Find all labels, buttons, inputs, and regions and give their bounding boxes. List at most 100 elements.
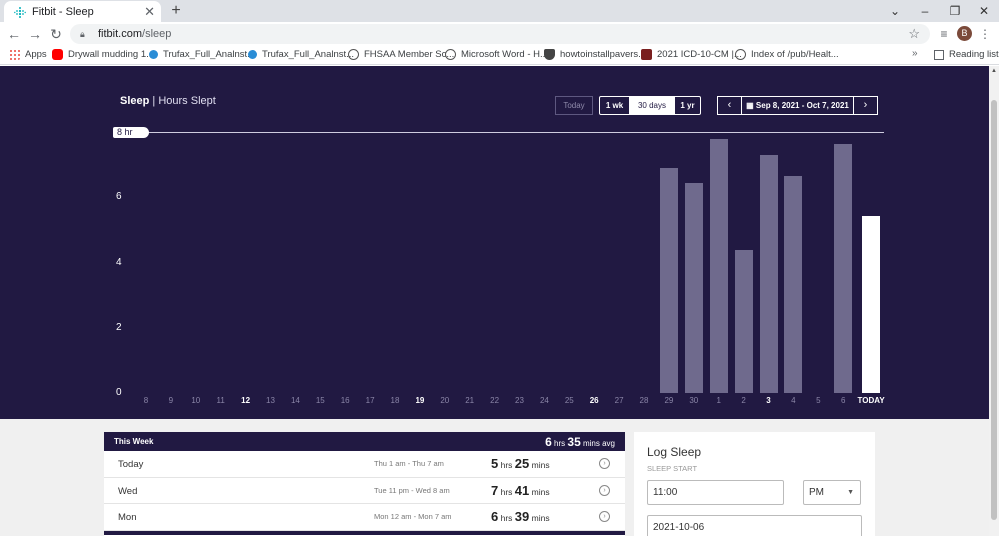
lock-icon: 🔒︎ [80, 29, 85, 39]
sleep-bar[interactable] [734, 249, 753, 393]
x-tick-label: 9 [168, 396, 174, 405]
apps-grid-icon [9, 49, 20, 60]
dropdown-caret-icon: ▼ [847, 489, 854, 496]
bookmark-apps[interactable]: Apps [9, 49, 47, 60]
menu-kebab-icon[interactable]: ⋮ [976, 25, 994, 43]
chevron-right-icon[interactable]: › [599, 484, 610, 496]
bookmark-item[interactable]: Index of /pub/Healt... [735, 49, 839, 60]
x-tick-label: 25 [564, 396, 574, 405]
media-control-icon[interactable]: ≡ [935, 25, 953, 43]
x-tick-label: 24 [539, 396, 549, 405]
log-sleep-title: Log Sleep [647, 445, 702, 459]
fitbit-icon [248, 50, 257, 59]
sleep-bar[interactable] [862, 216, 881, 393]
bookmark-star-icon[interactable]: ☆ [908, 26, 920, 42]
y-tick-label: 4 [116, 256, 122, 268]
y-tick-label: 2 [116, 321, 122, 333]
tab-strip: Fitbit - Sleep ✕ + ⌄ – ❐ ✕ [0, 0, 999, 22]
url-path: /sleep [142, 28, 172, 40]
sleep-goal-label: 8 hr [113, 127, 149, 138]
forward-arrow-icon[interactable]: → [25, 24, 45, 44]
bookmark-item[interactable]: howtoinstallpavers.... [544, 49, 649, 60]
y-tick-label: 0 [116, 387, 122, 398]
cms-icon [641, 49, 652, 60]
x-tick-label: 29 [664, 396, 674, 405]
browser-tab[interactable]: Fitbit - Sleep ✕ [4, 1, 161, 22]
x-tick-label: 14 [290, 396, 300, 405]
profile-avatar[interactable]: B [957, 26, 972, 41]
sleep-bar[interactable] [759, 155, 778, 393]
date-range-text: Sep 8, 2021 - Oct 7, 2021 [755, 101, 849, 110]
sleep-duration: 5 hrs 25 mins [491, 456, 550, 471]
sleep-log-row[interactable]: Today Thu 1 am - Thu 7 am 5 hrs 25 mins … [104, 451, 625, 478]
scroll-up-icon[interactable]: ▲ [991, 68, 997, 74]
this-week-label: This Week [114, 437, 154, 446]
bookmarks-overflow-icon[interactable]: » [912, 48, 918, 59]
tab-title: Fitbit - Sleep [32, 5, 94, 18]
bookmark-item[interactable]: Trufax_Full_Analnst... [149, 49, 255, 60]
sleep-log-row[interactable]: Mon Mon 12 am - Mon 7 am 6 hrs 39 mins › [104, 504, 625, 531]
bookmark-item[interactable]: Trufax_Full_Analnst... [248, 49, 354, 60]
bookmark-item[interactable]: FHSAA Member Sc... [348, 49, 454, 60]
x-tick-label: 11 [216, 396, 225, 405]
y-tick-label: 6 [116, 191, 122, 203]
x-tick-label: 18 [390, 396, 400, 405]
sleep-subtitle: Hours Slept [158, 95, 216, 107]
address-bar[interactable]: 🔒︎ fitbit.com/sleep ☆ [70, 24, 930, 44]
x-tick-label: 22 [490, 396, 500, 405]
minimize-button[interactable]: – [910, 0, 940, 22]
x-tick-label: 12 [241, 396, 251, 405]
close-window-button[interactable]: ✕ [969, 0, 999, 22]
back-arrow-icon[interactable]: ← [4, 24, 24, 44]
x-tick-label: TODAY [857, 396, 885, 405]
close-tab-icon[interactable]: ✕ [144, 5, 155, 18]
bookmark-item[interactable]: 2021 ICD-10-CM |... [641, 49, 742, 60]
reading-list-button[interactable]: Reading list [934, 49, 999, 60]
globe-icon [445, 49, 456, 60]
next-range-chevron-icon[interactable]: › [853, 96, 878, 115]
scrollbar-thumb[interactable] [991, 100, 997, 520]
sleep-log-row[interactable]: Wed Tue 11 pm - Wed 8 am 7 hrs 41 mins › [104, 478, 625, 504]
x-tick-label: 4 [791, 396, 796, 405]
globe-icon [348, 49, 359, 60]
bookmarks-bar: Apps Drywall mudding 1... Trufax_Full_An… [0, 46, 999, 65]
new-tab-button[interactable]: + [167, 1, 185, 21]
sleep-bar[interactable] [784, 176, 803, 393]
reload-icon[interactable]: ↻ [46, 24, 66, 44]
x-tick-label: 26 [589, 396, 599, 405]
sleep-bar[interactable] [684, 182, 703, 393]
tab-search-chevron-down-icon[interactable]: ⌄ [880, 0, 910, 22]
x-tick-label: 6 [840, 396, 846, 405]
one-year-button[interactable]: 1 yr [674, 96, 701, 115]
today-button[interactable]: Today [555, 96, 593, 115]
sleep-bar[interactable] [834, 143, 853, 393]
x-tick-label: 23 [515, 396, 524, 405]
x-tick-label: 17 [365, 396, 375, 405]
bookmark-item[interactable]: Microsoft Word - H... [445, 49, 548, 60]
x-tick-label: 3 [766, 396, 771, 405]
sleep-duration: 7 hrs 41 mins [491, 482, 550, 498]
date-range-picker[interactable]: ▦ Sep 8, 2021 - Oct 7, 2021 [742, 96, 853, 115]
sleep-duration: 6 hrs 39 mins [491, 509, 550, 524]
sleep-start-time-input[interactable]: 11:00 [647, 480, 784, 505]
sleep-title: Sleep [120, 95, 150, 107]
page-scrollbar[interactable]: ▲ [989, 66, 999, 536]
weekly-average: 6 hrs 35 mins avg [545, 434, 615, 449]
this-week-footer [104, 530, 625, 535]
maximize-button[interactable]: ❐ [940, 0, 970, 22]
sleep-bar[interactable] [709, 138, 728, 393]
chevron-right-icon[interactable]: › [599, 511, 610, 522]
page-title: Sleep | Hours Slept [120, 95, 216, 107]
youtube-icon [52, 49, 63, 60]
globe-icon [735, 49, 746, 60]
sleep-start-date-input[interactable]: 2021-10-06 [647, 515, 862, 536]
thirty-days-button[interactable]: 30 days [630, 96, 674, 115]
chevron-right-icon[interactable]: › [599, 458, 610, 469]
am-pm-select[interactable]: PM ▼ [803, 480, 861, 505]
log-sleep-card: Log Sleep SLEEP START 11:00 PM ▼ 2021-10… [634, 432, 875, 536]
one-week-button[interactable]: 1 wk [599, 96, 630, 115]
this-week-header: This Week 6 hrs 35 mins avg [104, 432, 625, 451]
previous-range-chevron-icon[interactable]: ‹ [717, 96, 742, 115]
sleep-bar[interactable] [659, 168, 678, 393]
bookmark-item[interactable]: Drywall mudding 1... [52, 49, 154, 60]
